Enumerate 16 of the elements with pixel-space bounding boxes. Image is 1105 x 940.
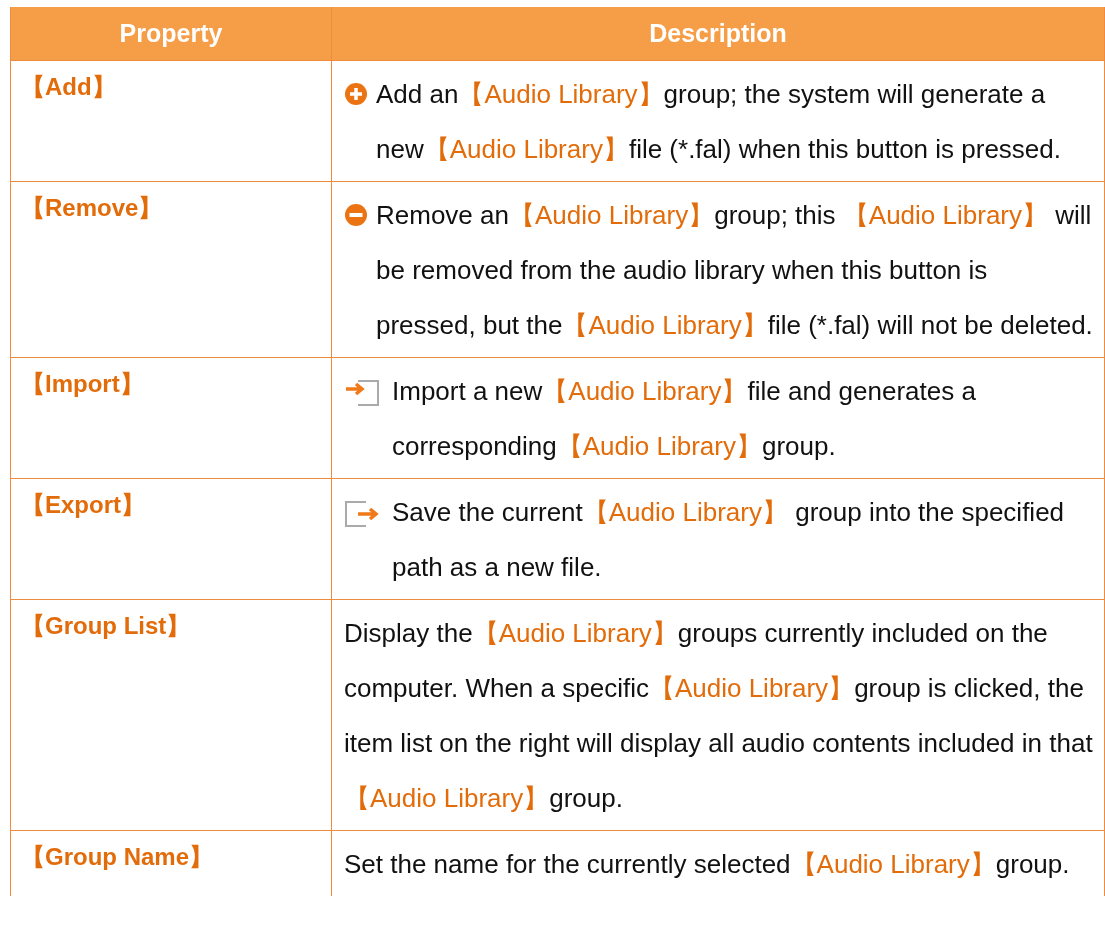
property-name: 【Export】 [21,491,145,518]
property-name: 【Remove】 [21,194,163,221]
description-text: Save the current【Audio Library】 group into the specified path as a new file. [392,496,1066,584]
property-name: 【Import】 [21,370,144,397]
description-text: Add an【Audio Library】group; the system will generate a new【Audio Library】file (*.fal) when this button is pressed. [376,78,1062,166]
property-name: 【Add】 [21,73,116,100]
property-name: 【Group List】 [21,612,191,639]
column-header: Description [331,7,1104,60]
description-text: Set the name for the currently selected【Audio Library】group. [344,848,1071,881]
column-header: Property [11,7,331,60]
description-text: Import a new【Audio Library】file and generates a corresponding【Audio Library】group. [392,375,977,463]
description-text: Remove an【Audio Library】group; this 【Audio Library】 will be removed from the audio library when this button is pressed, but the【Audio Library】file (*.fal) will not be deleted. [376,199,1094,342]
description-text: Display the【Audio Library】groups currently included on the computer. When a specific【Audio Library】group is clicked, the item list on the right will display all audio contents included in that 【Audio Library】group. [344,617,1094,815]
plus-circle-icon [344,82,368,106]
property-name: 【Group Name】 [21,843,214,870]
minus-circle-icon [344,203,368,227]
